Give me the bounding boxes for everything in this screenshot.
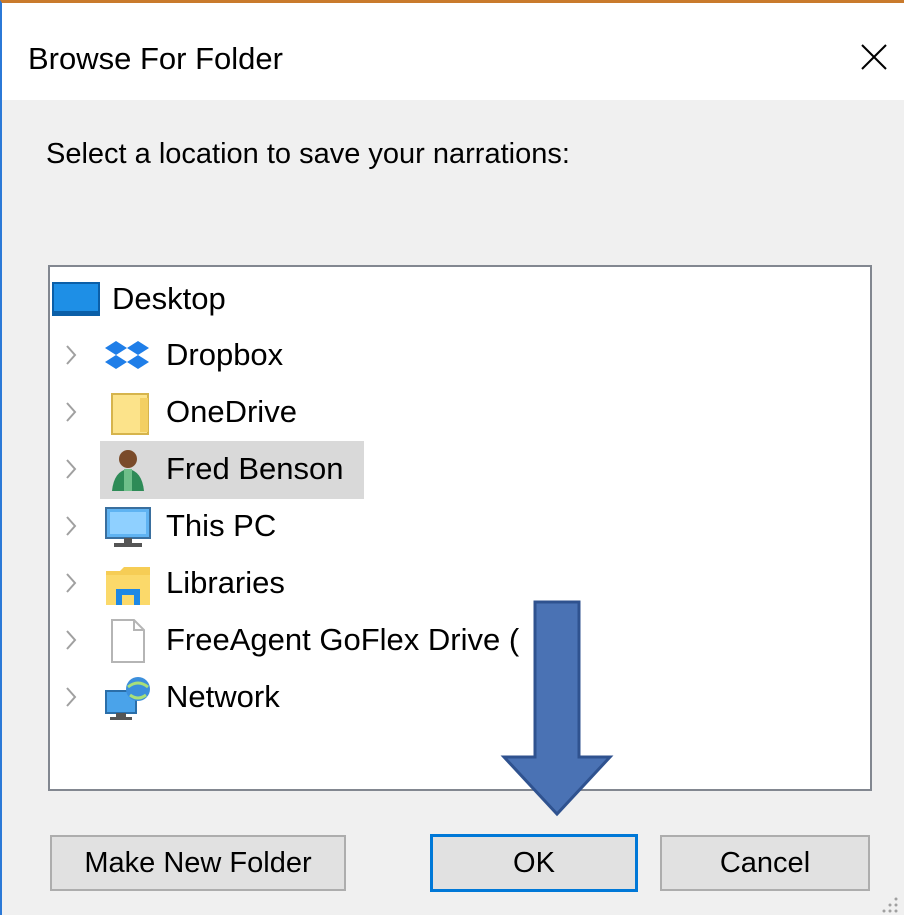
tree-item-onedrive[interactable]: OneDrive — [62, 386, 342, 438]
tree-item-libraries[interactable]: Libraries — [62, 557, 342, 609]
expand-chevron-icon[interactable] — [62, 568, 80, 598]
libraries-icon — [106, 567, 150, 605]
tree-item-label: Desktop — [112, 281, 226, 316]
tree-item-fred-benson[interactable]: Fred Benson — [62, 441, 372, 499]
tree-item-network[interactable]: Network — [62, 671, 342, 723]
expand-chevron-icon[interactable] — [62, 454, 80, 484]
dropbox-icon — [105, 341, 149, 369]
cancel-button[interactable]: Cancel — [660, 835, 870, 891]
tree-item-this-pc[interactable]: This PC — [62, 500, 322, 552]
tree-item-dropbox[interactable]: Dropbox — [62, 329, 322, 381]
network-icon — [105, 677, 150, 720]
ok-button[interactable]: OK — [430, 834, 638, 892]
close-icon — [861, 44, 887, 70]
expand-chevron-icon[interactable] — [62, 625, 80, 655]
expand-chevron-icon[interactable] — [62, 511, 80, 541]
tree-item-label: Fred Benson — [166, 451, 344, 486]
tree-item-label: OneDrive — [166, 394, 297, 429]
drive-icon — [111, 619, 145, 663]
tree-item-label: Libraries — [166, 565, 285, 600]
user-icon — [112, 450, 144, 491]
close-button[interactable] — [854, 37, 894, 77]
tree-item-label: FreeAgent GoFlex Drive ( — [166, 622, 520, 657]
dialog-title: Browse For Folder — [28, 41, 283, 76]
browse-for-folder-dialog: Browse For Folder Select a location to s… — [0, 0, 904, 915]
title-bar: Browse For Folder — [2, 3, 904, 100]
resize-grip-icon[interactable] — [880, 895, 900, 915]
dialog-prompt: Select a location to save your narration… — [46, 138, 570, 170]
computer-icon — [105, 507, 151, 547]
expand-chevron-icon[interactable] — [62, 397, 80, 427]
expand-chevron-icon[interactable] — [62, 682, 80, 712]
expand-chevron-icon[interactable] — [62, 340, 80, 370]
folder-tree[interactable]: Desktop Dropbox OneDrive Fred Benson Thi… — [48, 265, 872, 791]
desktop-icon — [52, 282, 100, 316]
folder-icon — [111, 393, 149, 435]
tree-item-label: This PC — [166, 508, 277, 543]
annotation-down-arrow — [500, 600, 614, 817]
tree-item-label: Network — [166, 679, 280, 714]
tree-item-label: Dropbox — [166, 337, 284, 372]
make-new-folder-button[interactable]: Make New Folder — [50, 835, 346, 891]
tree-item-desktop[interactable]: Desktop — [52, 273, 252, 325]
